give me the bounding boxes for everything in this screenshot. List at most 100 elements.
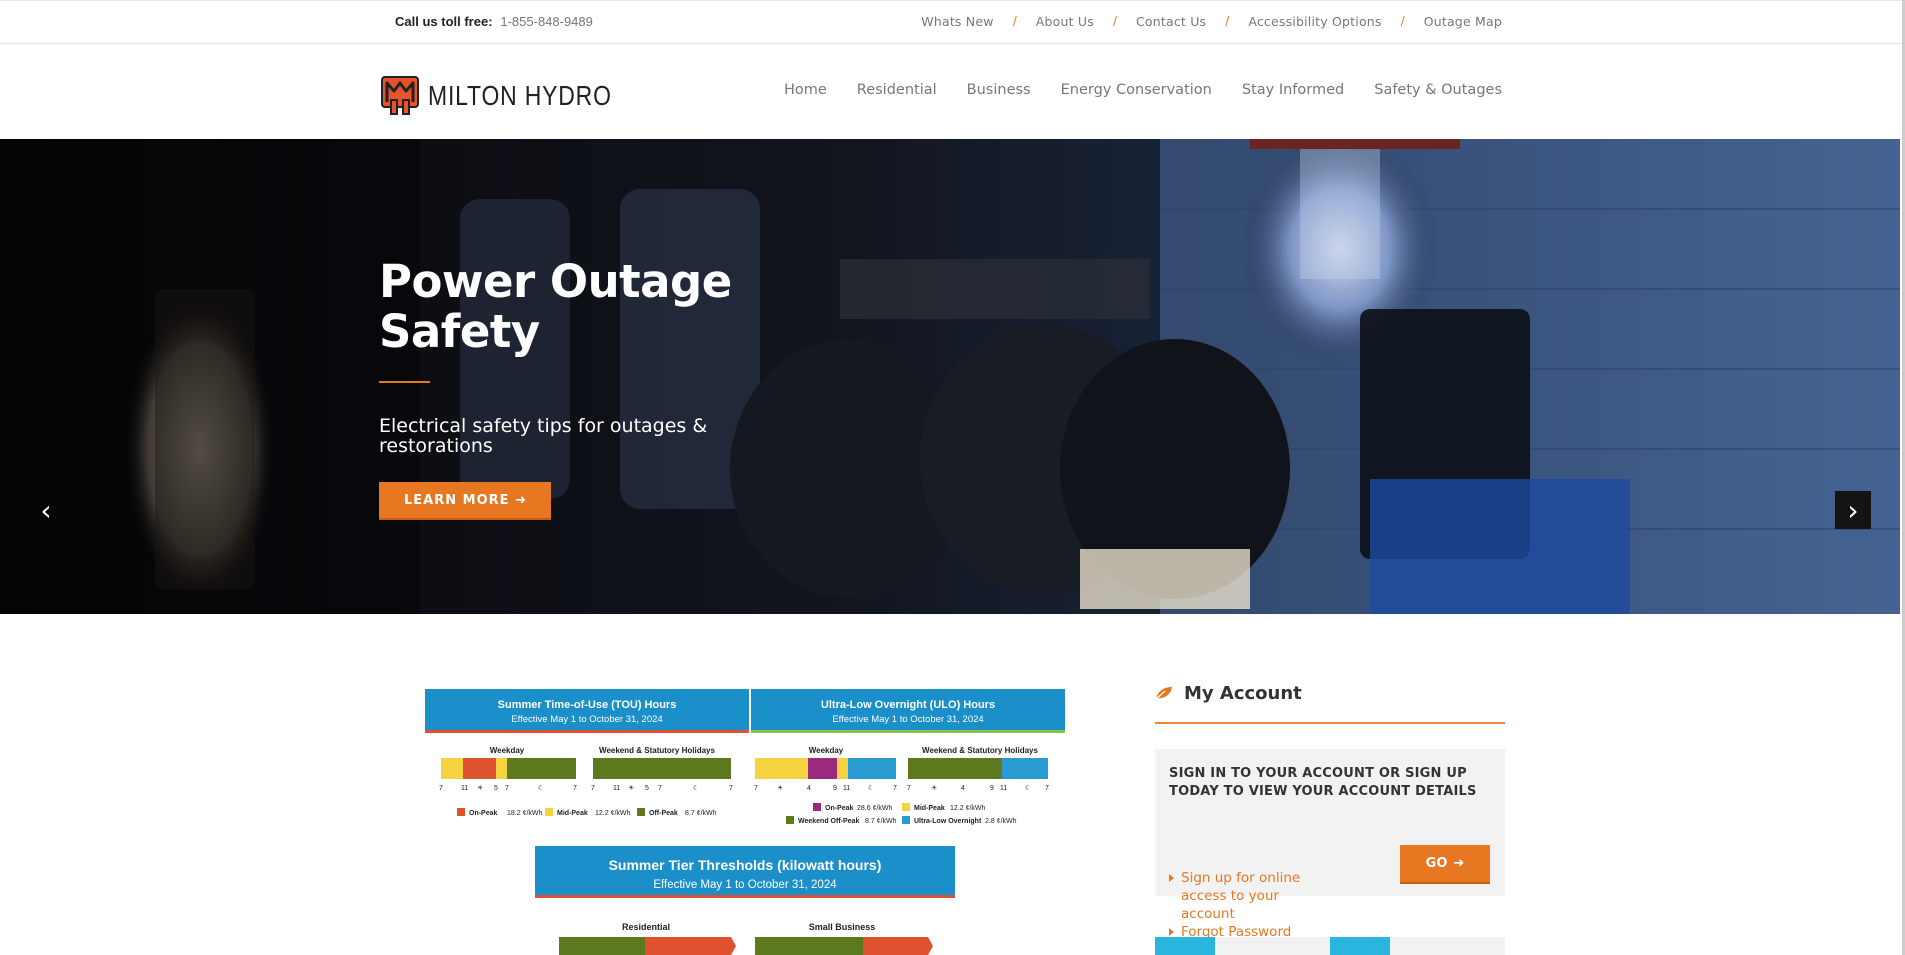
ulo-legend-ultra-low: Ultra-Low Overnight <box>914 818 982 825</box>
my-account-header: My Account <box>1155 678 1505 708</box>
svg-text:7: 7 <box>591 785 595 792</box>
toll-free-label: Call us toll free: <box>395 14 493 29</box>
link-accessibility-options[interactable]: Accessibility Options <box>1248 14 1381 29</box>
link-whats-new[interactable]: Whats New <box>921 14 993 29</box>
main-nav: Home Residential Business Energy Conserv… <box>754 82 1502 98</box>
ulo-weekday-label: Weekday <box>809 746 844 755</box>
utility-links: Whats New / About Us / Contact Us / Acce… <box>921 14 1502 29</box>
svg-text:☾: ☾ <box>538 784 544 792</box>
svg-text:7: 7 <box>573 785 577 792</box>
ulo-legend-mid-peak-price: 12.2 ¢/kWh <box>950 805 986 812</box>
ulo-time-axis: 7 ☀ 4 9 11 ☾ 7 7 ☀ 4 9 11 ☾ 7 <box>754 784 1049 792</box>
link-contact-us[interactable]: Contact Us <box>1136 14 1206 29</box>
sign-in-prompt: SIGN IN TO YOUR ACCOUNT OR SIGN UP TODAY… <box>1169 766 1477 799</box>
toll-free-phone[interactable]: 1-855-848-9489 <box>500 14 593 29</box>
chevron-left-icon: ‹ <box>40 493 52 527</box>
hero-title: Power Outage Safety <box>379 257 779 357</box>
link-separator: / <box>1112 14 1117 28</box>
hero-background-image <box>0 139 1900 614</box>
sign-in-box: SIGN IN TO YOUR ACCOUNT OR SIGN UP TODAY… <box>1155 749 1505 940</box>
svg-text:11: 11 <box>613 785 620 792</box>
svg-text:5: 5 <box>494 785 498 792</box>
tile-1[interactable] <box>1155 937 1215 955</box>
hero-content: Power Outage Safety Electrical safety ti… <box>379 257 779 520</box>
svg-text:☾: ☾ <box>868 784 874 792</box>
ulo-legend-on-peak: On-Peak <box>825 805 854 812</box>
arrow-right-icon: ➜ <box>1453 856 1465 871</box>
hero-title-line1: Power Outage <box>379 255 732 308</box>
nav-stay-informed[interactable]: Stay Informed <box>1242 82 1344 98</box>
slider-prev-button[interactable]: ‹ <box>28 491 64 529</box>
svg-text:7: 7 <box>1045 785 1049 792</box>
link-outage-map[interactable]: Outage Map <box>1424 14 1502 29</box>
svg-text:11: 11 <box>1000 785 1007 792</box>
my-account-divider <box>1155 722 1505 724</box>
link-separator: / <box>1012 14 1017 28</box>
tou-legend-off-peak-price: 8.7 ¢/kWh <box>685 810 717 817</box>
svg-text:4: 4 <box>961 785 965 792</box>
tou-legend: On-Peak 18.2 ¢/kWh Mid-Peak 12.2 ¢/kWh O… <box>457 808 717 817</box>
tou-title: Summer Time-of-Use (TOU) Hours <box>498 699 677 711</box>
account-links: Sign up for online access to your accoun… <box>1169 869 1329 941</box>
svg-text:7: 7 <box>439 785 443 792</box>
tou-weekend-label: Weekend & Statutory Holidays <box>599 746 715 755</box>
tier-title: Summer Tier Thresholds (kilowatt hours) <box>609 857 882 873</box>
slider-next-button[interactable]: › <box>1835 491 1871 529</box>
tile-4[interactable] <box>1390 937 1505 955</box>
svg-text:7: 7 <box>893 785 897 792</box>
nav-home[interactable]: Home <box>784 82 827 98</box>
hero-subtitle: Electrical safety tips for outages & res… <box>379 415 708 457</box>
nav-energy-conservation[interactable]: Energy Conservation <box>1061 82 1212 98</box>
svg-text:4: 4 <box>807 785 811 792</box>
go-button[interactable]: GO ➜ <box>1400 845 1490 884</box>
tou-subtitle: Effective May 1 to October 31, 2024 <box>511 714 662 725</box>
site-header: MILTON HYDRO Home Residential Business E… <box>0 44 1903 139</box>
learn-more-label: LEARN MORE <box>404 493 510 508</box>
link-separator: / <box>1225 14 1230 28</box>
tier-residential-label: Residential <box>622 922 670 932</box>
my-account-title: My Account <box>1184 682 1302 704</box>
site-logo[interactable]: MILTON HYDRO <box>381 76 652 116</box>
svg-text:11: 11 <box>461 785 468 792</box>
leaf-icon <box>1155 687 1172 700</box>
svg-text:7: 7 <box>658 785 662 792</box>
hero-divider <box>379 381 430 383</box>
tier-subtitle: Effective May 1 to October 31, 2024 <box>653 879 837 891</box>
milton-hydro-logo-icon <box>381 76 419 115</box>
hero-slider: Power Outage Safety Electrical safety ti… <box>0 139 1900 614</box>
svg-text:7: 7 <box>729 785 733 792</box>
tile-2[interactable] <box>1215 937 1330 955</box>
svg-text:9: 9 <box>990 785 994 792</box>
tier-small-business-label: Small Business <box>809 922 876 932</box>
ulo-legend-on-peak-price: 28.6 ¢/kWh <box>857 805 893 812</box>
hero-title-line2: Safety <box>379 305 540 358</box>
svg-text:11: 11 <box>843 785 850 792</box>
svg-text:9: 9 <box>833 785 837 792</box>
svg-text:☀: ☀ <box>477 784 483 792</box>
rates-infographic: Summer Time-of-Use (TOU) Hours Effective… <box>425 689 1065 955</box>
tou-legend-mid-peak: Mid-Peak <box>557 810 588 817</box>
signup-link[interactable]: Sign up for online access to your accoun… <box>1169 869 1329 923</box>
svg-text:5: 5 <box>645 785 649 792</box>
my-account-widget: My Account SIGN IN TO YOUR ACCOUNT OR SI… <box>1155 678 1505 940</box>
ulo-weekend-label: Weekend & Statutory Holidays <box>922 746 1038 755</box>
svg-text:☾: ☾ <box>1025 784 1031 792</box>
toll-free-info: Call us toll free: 1-855-848-9489 <box>395 14 593 29</box>
learn-more-button[interactable]: LEARN MORE ➜ <box>379 482 551 520</box>
svg-text:☀: ☀ <box>777 784 783 792</box>
link-separator: / <box>1400 14 1405 28</box>
link-about-us[interactable]: About Us <box>1036 14 1094 29</box>
tile-3[interactable] <box>1330 937 1390 955</box>
tou-time-axis: 7 11 ☀ 5 7 ☾ 7 7 11 ☀ 5 7 ☾ 7 <box>439 784 733 792</box>
tou-legend-off-peak: Off-Peak <box>649 810 678 817</box>
logo-text: MILTON HYDRO <box>428 80 612 111</box>
tou-legend-on-peak-price: 18.2 ¢/kWh <box>507 810 543 817</box>
nav-safety-outages[interactable]: Safety & Outages <box>1374 82 1502 98</box>
tou-legend-on-peak: On-Peak <box>469 810 498 817</box>
tou-weekday-label: Weekday <box>490 746 525 755</box>
top-bar: Call us toll free: 1-855-848-9489 Whats … <box>0 0 1903 44</box>
nav-business[interactable]: Business <box>967 82 1031 98</box>
nav-residential[interactable]: Residential <box>857 82 937 98</box>
ulo-subtitle: Effective May 1 to October 31, 2024 <box>832 714 983 725</box>
rates-infographic-graphic: Summer Time-of-Use (TOU) Hours Effective… <box>425 689 1065 955</box>
